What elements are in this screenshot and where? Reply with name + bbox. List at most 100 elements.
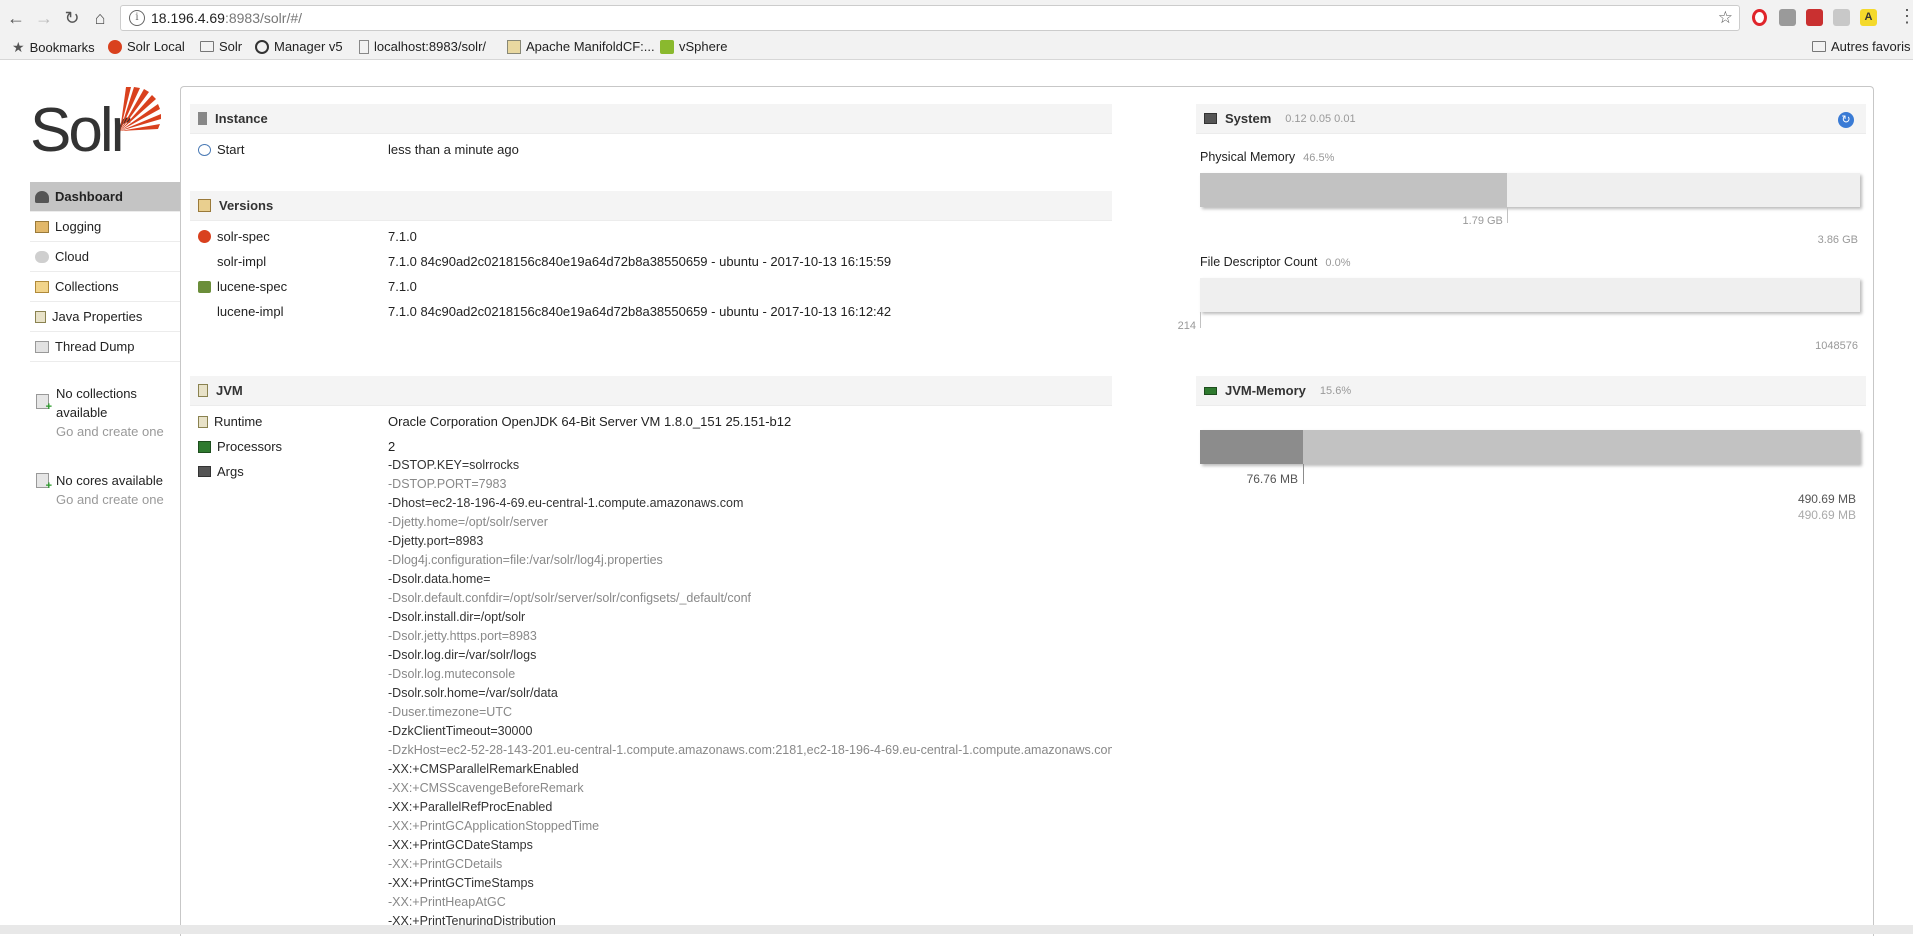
processors-label: Processors: [217, 439, 283, 454]
jvm-arg: -XX:+PrintGCDateStamps: [388, 838, 533, 852]
jvm-arg: -Dsolr.data.home=: [388, 572, 491, 586]
sidebar-item-thread-dump[interactable]: Thread Dump: [30, 332, 180, 362]
jvm-arg: -Dsolr.default.confdir=/opt/solr/server/…: [388, 591, 752, 605]
bookmark-label: Apache ManifoldCF:...: [526, 39, 655, 54]
bookmark-manager-v5[interactable]: Manager v5: [255, 39, 343, 54]
runtime-label: Runtime: [214, 414, 263, 429]
folder-icon: [1812, 41, 1826, 52]
browser-menu-icon[interactable]: ⋮: [1898, 6, 1913, 27]
info-icon[interactable]: i: [129, 10, 145, 26]
args-label: Args: [217, 464, 244, 479]
sidebar-item-cloud[interactable]: Cloud: [30, 242, 180, 272]
fd-label: File Descriptor Count 0.0%: [1200, 255, 1350, 269]
instance-title: Instance: [215, 111, 268, 126]
url-text: 18.196.4.69:8983/solr/#/: [151, 10, 302, 26]
bookmark-star-icon[interactable]: ☆: [1718, 8, 1733, 28]
physical-memory-total: 3.86 GB: [1817, 234, 1858, 246]
opera-extension-icon[interactable]: [1752, 9, 1767, 26]
system-icon: [1204, 113, 1217, 124]
bookmark-solr-local[interactable]: Solr Local: [108, 39, 185, 54]
collections-icon: [35, 280, 49, 293]
lastpass-extension-icon[interactable]: [1806, 9, 1823, 26]
bookmark-localhost[interactable]: localhost:8983/solr/: [359, 39, 486, 54]
no-cores-text: No cores available: [56, 473, 163, 488]
fd-used: 214: [1177, 320, 1196, 332]
no-cores-block: No cores available Go and create one: [30, 471, 180, 509]
fd-title: File Descriptor Count: [1200, 255, 1318, 269]
system-load: 0.12 0.05 0.01: [1285, 112, 1356, 125]
add-core-icon: [36, 473, 52, 492]
args-icon: [198, 466, 211, 477]
no-collections-block: No collections available Go and create o…: [30, 384, 180, 441]
system-title: System: [1225, 111, 1272, 126]
physical-memory-used-fill: [1200, 173, 1507, 207]
a-extension-icon[interactable]: A: [1860, 9, 1877, 26]
runtime-value: Oracle Corporation OpenJDK 64-Bit Server…: [388, 414, 792, 429]
reload-icon[interactable]: ↻: [60, 6, 84, 30]
address-bar[interactable]: i 18.196.4.69:8983/solr/#/ ☆: [120, 5, 1740, 31]
jvm-arg: -Duser.timezone=UTC: [388, 705, 512, 719]
bookmark-vsphere[interactable]: vSphere: [660, 39, 727, 54]
jvm-icon: [198, 384, 208, 397]
manager-icon: [255, 39, 269, 54]
jvm-arg: -Dsolr.solr.home=/var/solr/data: [388, 686, 558, 700]
extension-icon[interactable]: [1779, 9, 1796, 26]
version-label: solr-spec: [217, 229, 270, 244]
jvm-arg: -DzkClientTimeout=30000: [388, 724, 533, 738]
physical-memory-label: Physical Memory 46.5%: [1200, 150, 1334, 164]
folder-icon: [200, 41, 214, 52]
add-collection-icon: [36, 394, 52, 413]
versions-title: Versions: [219, 198, 274, 213]
jvm-arg: -DzkHost=ec2-52-28-143-201.eu-central-1.…: [388, 743, 1112, 757]
jvm-arg: -Dhost=ec2-18-196-4-69.eu-central-1.comp…: [388, 496, 744, 510]
create-core-link[interactable]: Go and create one: [56, 490, 180, 509]
memory-chip-icon: [1204, 386, 1217, 395]
versions-panel: Versions solr-spec 7.1.0 solr-impl 7.1.0…: [190, 191, 1112, 324]
sidebar-item-label: Thread Dump: [55, 339, 135, 354]
physical-memory-bar: [1200, 173, 1860, 207]
create-collection-link[interactable]: Go and create one: [56, 422, 180, 441]
jvm-arg: -Dsolr.install.dir=/opt/solr: [388, 610, 526, 624]
l-extension-icon[interactable]: [1833, 9, 1850, 26]
sidebar-item-java-properties[interactable]: Java Properties: [30, 302, 180, 332]
forward-arrow-icon[interactable]: →: [32, 6, 56, 30]
start-value: less than a minute ago: [388, 142, 519, 157]
jvm-memory-header: JVM-Memory 15.6%: [1196, 376, 1866, 406]
bookmark-bookmarks[interactable]: ★ Bookmarks: [12, 39, 95, 56]
jvm-arg: -Dsolr.log.muteconsole: [388, 667, 516, 681]
url-path: :8983/solr/#/: [224, 10, 303, 26]
back-arrow-icon[interactable]: ←: [4, 6, 28, 30]
physical-memory-used: 1.79 GB: [1462, 215, 1503, 227]
bookmark-other-favorites[interactable]: Autres favoris: [1812, 39, 1910, 54]
solr-logo[interactable]: Solr: [30, 87, 165, 165]
bookmark-manifoldcf[interactable]: Apache ManifoldCF:...: [507, 39, 655, 54]
sidebar-nav: Dashboard Logging Cloud Collections Java…: [30, 182, 180, 362]
bookmark-label: localhost:8983/solr/: [374, 39, 487, 54]
home-icon[interactable]: ⌂: [88, 6, 112, 30]
version-value: 7.1.0 84c90ad2c0218156c840e19a64d72b8a38…: [388, 304, 892, 319]
sidebar-item-logging[interactable]: Logging: [30, 212, 180, 242]
bookmark-solr[interactable]: Solr: [200, 39, 242, 54]
bookmark-label: Solr Local: [127, 39, 185, 54]
jvm-arg: -XX:+CMSScavengeBeforeRemark: [388, 781, 584, 795]
processor-icon: [198, 440, 211, 453]
sidebar-item-collections[interactable]: Collections: [30, 272, 180, 302]
clock-icon: [198, 143, 211, 156]
processors-value: 2: [388, 439, 396, 454]
jvm-arg: -DSTOP.PORT=7983: [388, 477, 507, 491]
jvm-header: JVM: [190, 376, 1112, 406]
fd-total: 1048576: [1815, 340, 1858, 352]
lucene-icon: [198, 280, 211, 293]
version-label: lucene-spec: [217, 279, 288, 294]
start-row: Start less than a minute ago: [190, 137, 1112, 162]
sidebar-item-dashboard[interactable]: Dashboard: [30, 182, 180, 212]
jvm-arg: -DSTOP.KEY=solrrocks: [388, 458, 520, 472]
refresh-icon[interactable]: ↻: [1838, 112, 1854, 128]
solr-sunburst-icon: [120, 87, 161, 131]
physical-memory-title: Physical Memory: [1200, 150, 1296, 164]
jvm-panel: JVM Runtime Oracle Corporation OpenJDK 6…: [190, 376, 1112, 936]
bookmark-label: Autres favoris: [1831, 39, 1911, 54]
java-icon: [35, 310, 46, 323]
physical-memory-pct: 46.5%: [1303, 152, 1335, 164]
fd-tick: [1200, 312, 1201, 328]
